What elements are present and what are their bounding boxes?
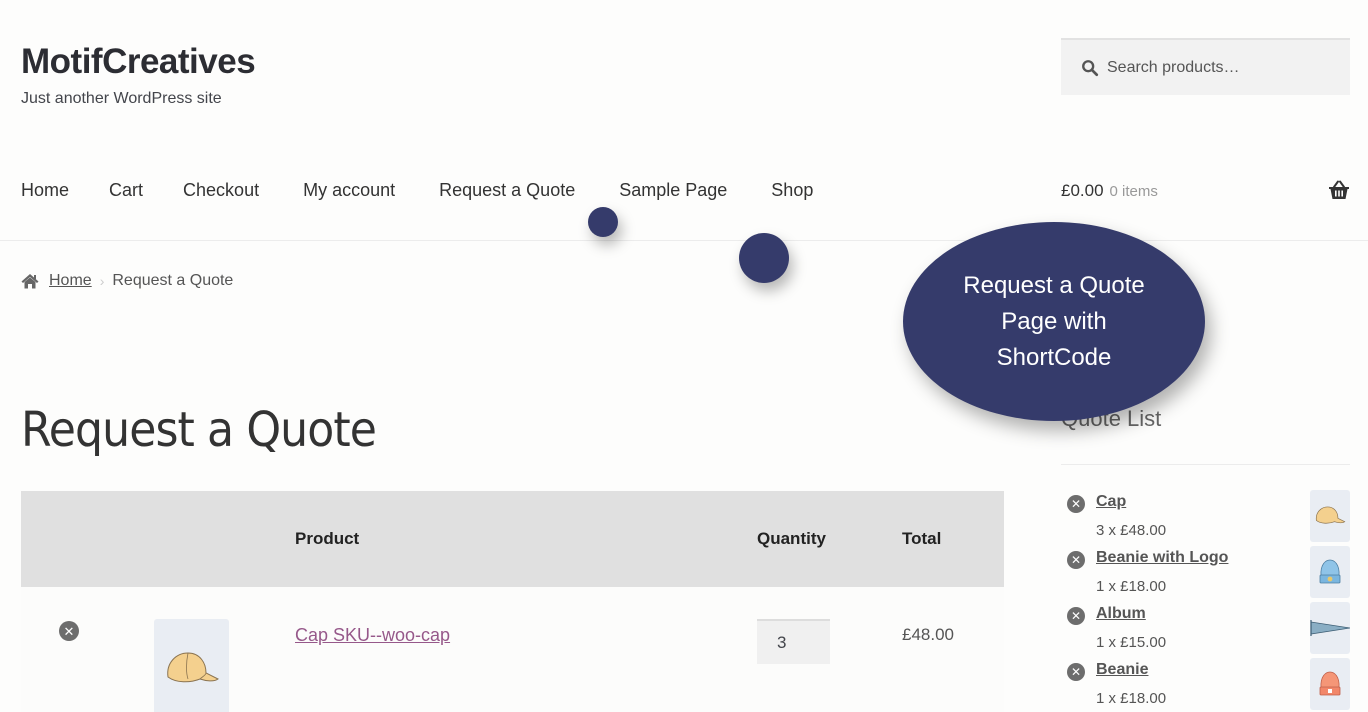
callout-bubble-small <box>588 207 618 237</box>
site-title[interactable]: MotifCreatives <box>21 42 256 82</box>
quote-item-link[interactable]: Cap <box>1096 493 1126 511</box>
product-link[interactable]: Cap SKU--woo-cap <box>295 625 450 646</box>
nav-item-home[interactable]: Home <box>21 180 69 201</box>
close-icon: ✕ <box>1070 665 1082 679</box>
close-icon: ✕ <box>1070 609 1082 623</box>
nav-item-checkout[interactable]: Checkout <box>183 180 259 201</box>
cart-summary[interactable]: £0.00 0 items <box>1061 181 1158 201</box>
page-title: Request a Quote <box>21 402 377 458</box>
cart-count: 0 items <box>1109 183 1158 200</box>
primary-nav: Home Cart Checkout My account Request a … <box>21 180 853 201</box>
quote-list-item: ✕ Album 1 x £15.00 <box>1061 602 1350 658</box>
nav-item-request-a-quote[interactable]: Request a Quote <box>439 180 575 201</box>
table-row: ✕ <box>21 587 1004 712</box>
header-divider <box>0 240 1368 241</box>
pennant-icon <box>1310 620 1350 636</box>
cap-icon <box>166 652 219 683</box>
header-quantity: Quantity <box>757 529 826 548</box>
home-icon <box>21 274 39 289</box>
quote-table: Product Quantity Total ✕ Cap SKU--woo-ca… <box>21 491 1004 712</box>
remove-item-button[interactable]: ✕ <box>59 621 79 641</box>
quote-item-thumbnail[interactable] <box>1310 658 1350 710</box>
remove-item-button[interactable]: ✕ <box>1067 495 1085 513</box>
breadcrumb: Home › Request a Quote <box>21 272 233 290</box>
quote-list-item: ✕ Beanie 1 x £18.00 <box>1061 658 1350 712</box>
breadcrumb-home-link[interactable]: Home <box>49 272 92 290</box>
quote-item-thumbnail[interactable] <box>1310 490 1350 542</box>
quote-item-qty: 3 x £48.00 <box>1096 522 1167 539</box>
header-product: Product <box>295 529 360 548</box>
search-input[interactable] <box>1107 58 1327 77</box>
quote-item-link[interactable]: Album <box>1096 605 1146 623</box>
beanie-logo-icon <box>1319 559 1341 584</box>
callout-annotation: Request a Quote Page with ShortCode <box>903 222 1205 421</box>
product-thumbnail[interactable] <box>154 619 229 712</box>
table-header: Product Quantity Total <box>21 491 1004 587</box>
search-icon <box>1082 59 1099 76</box>
close-icon: ✕ <box>1070 553 1082 567</box>
breadcrumb-separator: › <box>99 273 105 289</box>
nav-item-cart[interactable]: Cart <box>109 180 143 201</box>
quote-item-link[interactable]: Beanie <box>1096 661 1148 679</box>
breadcrumb-current: Request a Quote <box>112 272 234 289</box>
quote-item-thumbnail[interactable] <box>1310 602 1350 654</box>
quote-item-thumbnail[interactable] <box>1310 546 1350 598</box>
basket-icon[interactable] <box>1328 180 1350 200</box>
nav-item-my-account[interactable]: My account <box>303 180 395 201</box>
quote-item-link[interactable]: Beanie with Logo <box>1096 549 1228 567</box>
remove-item-button[interactable]: ✕ <box>1067 607 1085 625</box>
row-total: £48.00 <box>902 625 954 644</box>
quote-item-qty: 1 x £18.00 <box>1096 578 1167 595</box>
cart-amount: £0.00 <box>1061 181 1104 200</box>
callout-bubble-medium <box>739 233 789 283</box>
site-tagline: Just another WordPress site <box>21 90 222 107</box>
quote-item-qty: 1 x £15.00 <box>1096 634 1167 651</box>
close-icon: ✕ <box>1070 497 1082 511</box>
remove-item-button[interactable]: ✕ <box>1067 663 1085 681</box>
nav-item-shop[interactable]: Shop <box>771 180 813 201</box>
header-total: Total <box>902 529 942 548</box>
quote-list-item: ✕ Beanie with Logo 1 x £18.00 <box>1061 546 1350 602</box>
remove-item-button[interactable]: ✕ <box>1067 551 1085 569</box>
nav-item-sample-page[interactable]: Sample Page <box>619 180 727 201</box>
quote-list-item: ✕ Cap 3 x £48.00 <box>1061 490 1350 546</box>
quote-item-qty: 1 x £18.00 <box>1096 690 1167 707</box>
sidebar-divider <box>1061 464 1350 465</box>
beanie-icon <box>1319 671 1341 696</box>
close-icon: ✕ <box>63 623 75 639</box>
cap-icon <box>1315 506 1346 524</box>
search-box[interactable] <box>1061 38 1350 95</box>
quantity-input[interactable] <box>757 619 830 664</box>
